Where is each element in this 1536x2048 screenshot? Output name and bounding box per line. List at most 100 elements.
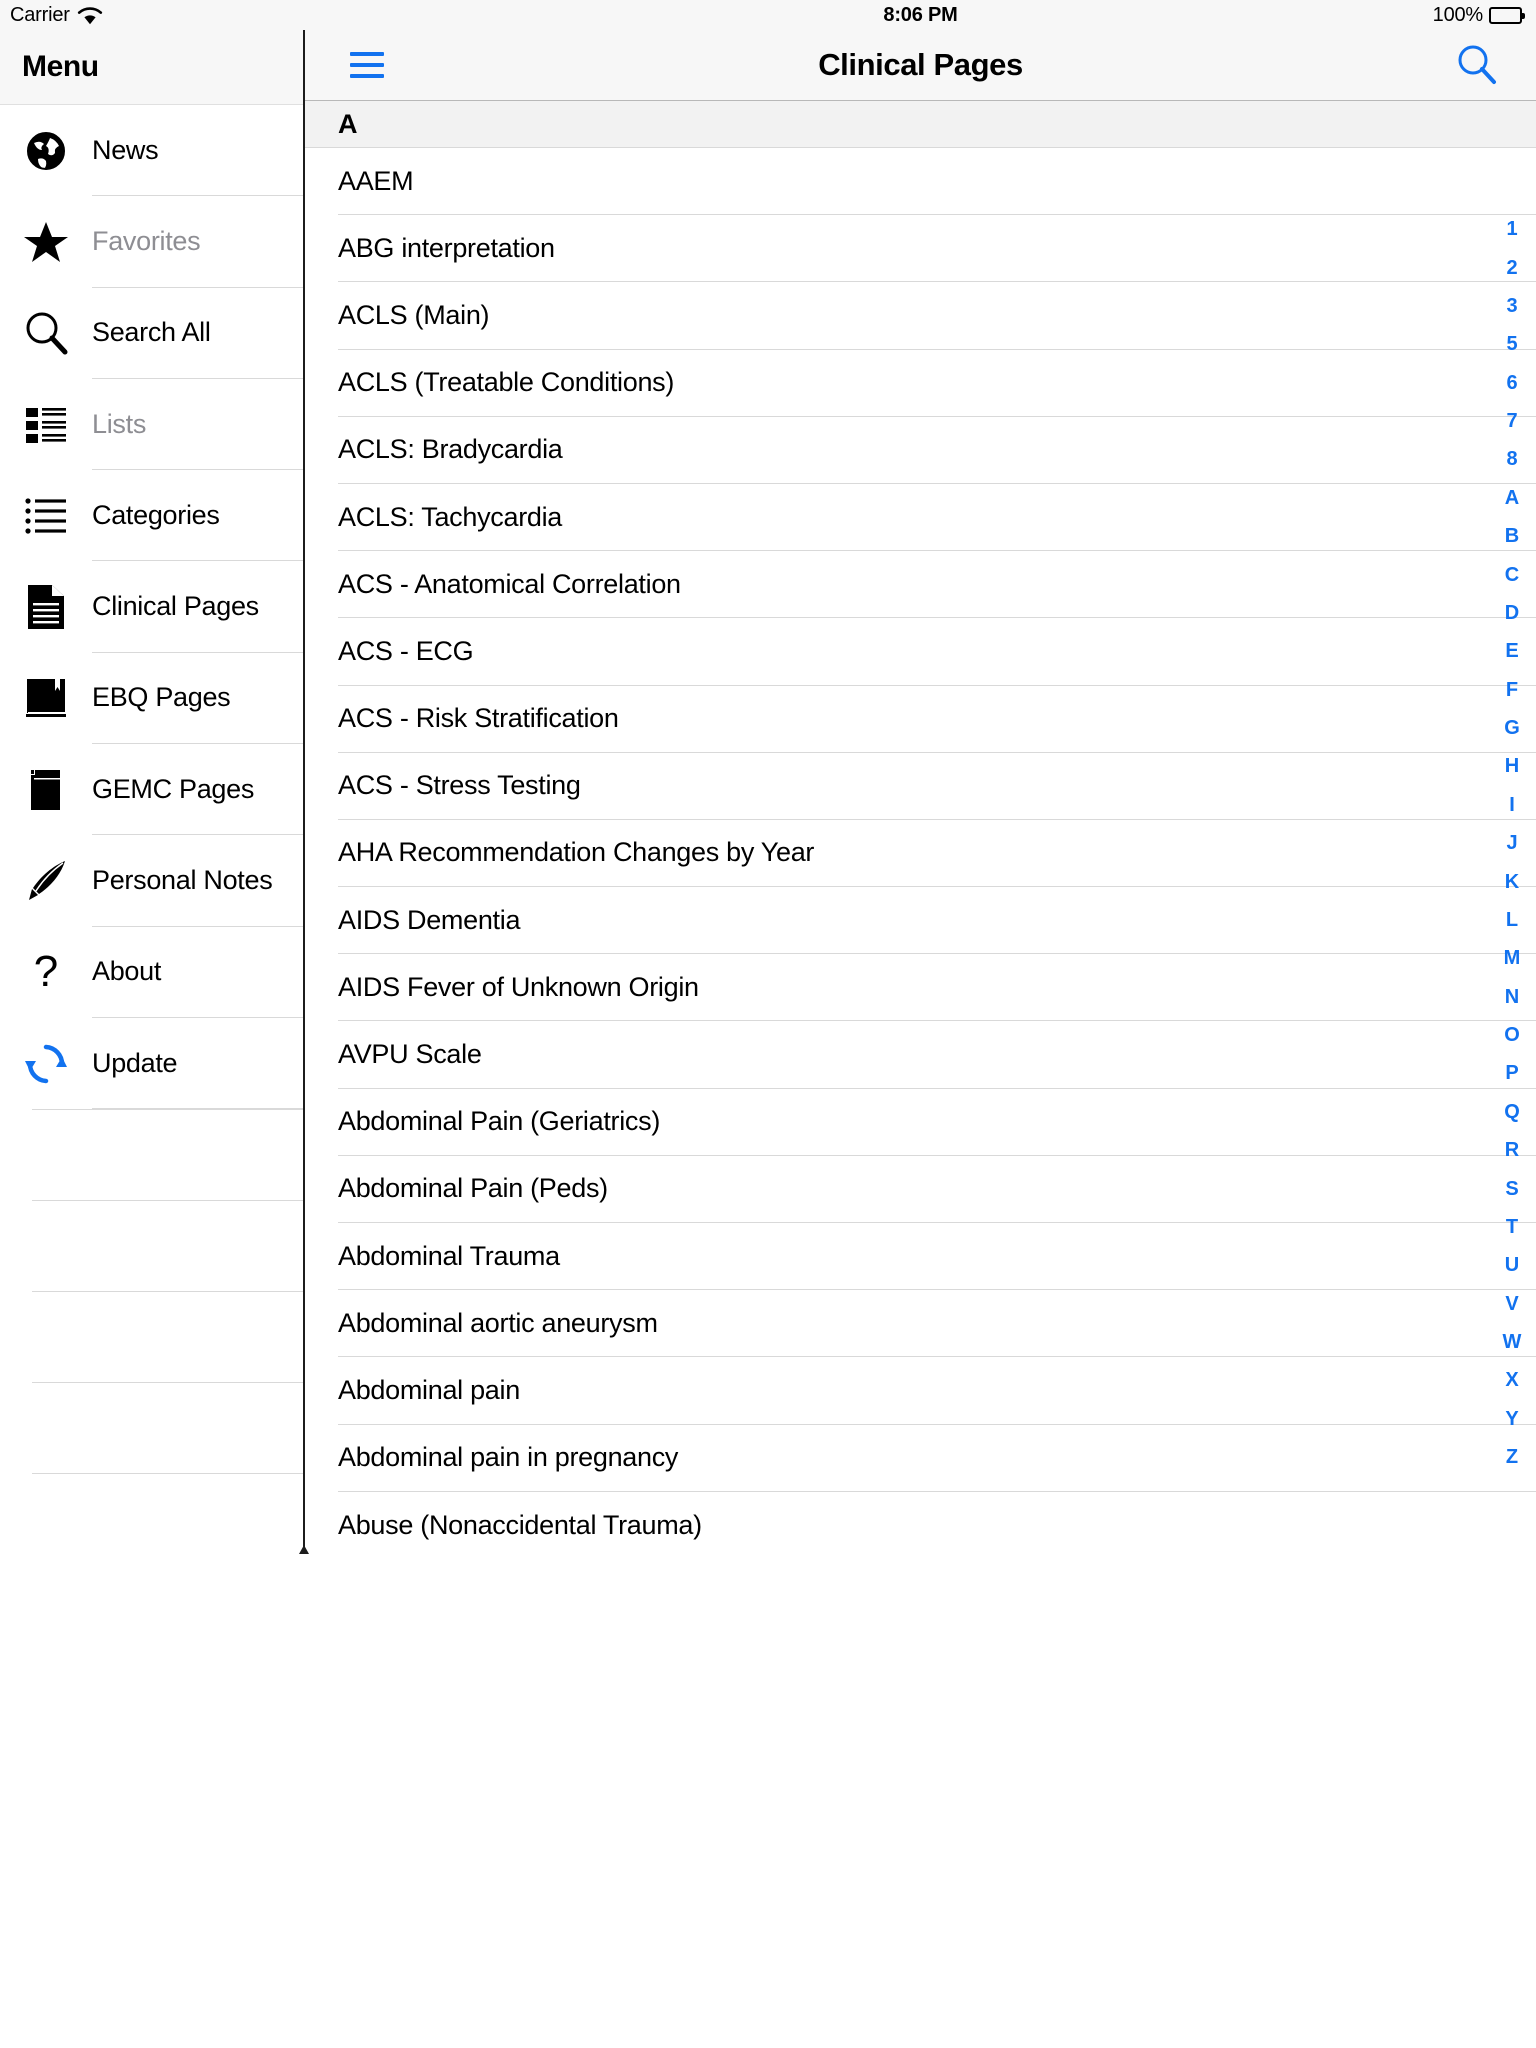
alpha-index-entry[interactable]: F [1488, 671, 1536, 709]
search-icon[interactable] [1456, 44, 1498, 86]
sidebar-item-update[interactable]: Update [0, 1017, 305, 1110]
alpha-index-entry[interactable]: J [1488, 824, 1536, 862]
list-item-label: Abdominal Pain (Geriatrics) [338, 1089, 1536, 1156]
sidebar-item-label: About [92, 927, 305, 1018]
list-lines-icon [0, 497, 92, 535]
list-item[interactable]: Abdominal Trauma [305, 1223, 1536, 1291]
list-item[interactable]: Abdominal aortic aneurysm [305, 1290, 1536, 1358]
list-item[interactable]: ACS - Anatomical Correlation [305, 551, 1536, 619]
list-item-label: Abdominal pain in pregnancy [338, 1425, 1536, 1492]
sidebar-item-personal-notes[interactable]: Personal Notes [0, 835, 305, 927]
sidebar-item-gemc-pages[interactable]: GEMC Pages [0, 744, 305, 836]
clinical-pages-list: AAEM ABG interpretation ACLS (Main) ACLS… [305, 148, 1536, 1559]
list-item-label: Abdominal pain [338, 1357, 1536, 1425]
alpha-index-entry[interactable]: V [1488, 1285, 1536, 1323]
alpha-index-entry[interactable]: X [1488, 1361, 1536, 1399]
alpha-index-entry[interactable]: K [1488, 862, 1536, 900]
list-item[interactable]: Abuse (Nonaccidental Trauma) [305, 1491, 1536, 1559]
alpha-index-entry[interactable]: G [1488, 709, 1536, 747]
sidebar-item-label: News [92, 105, 305, 197]
star-icon [0, 220, 92, 264]
list-item[interactable]: AIDS Dementia [305, 887, 1536, 955]
hamburger-menu-icon[interactable] [350, 52, 390, 78]
alpha-index-entry[interactable]: N [1488, 978, 1536, 1016]
list-item[interactable]: ACLS (Main) [305, 282, 1536, 350]
alpha-index-entry[interactable]: C [1488, 555, 1536, 593]
section-header: A [305, 101, 1536, 148]
alpha-index-entry[interactable]: L [1488, 901, 1536, 939]
sidebar-item-about[interactable]: ? About [0, 926, 305, 1018]
alpha-index-entry[interactable]: W [1488, 1323, 1536, 1361]
alpha-index-entry[interactable]: 5 [1488, 325, 1536, 363]
list-item[interactable]: AAEM [305, 148, 1536, 216]
sidebar-item-label: Update [92, 1018, 305, 1110]
alpha-index-entry[interactable]: S [1488, 1169, 1536, 1207]
sidebar-item-news[interactable]: News [0, 105, 305, 197]
list-item[interactable]: Abdominal Pain (Peds) [305, 1155, 1536, 1223]
list-item[interactable]: ACS - Risk Stratification [305, 685, 1536, 753]
alpha-index-entry[interactable]: B [1488, 517, 1536, 555]
sidebar-item-label: Lists [92, 379, 305, 471]
sidebar-panel: Carrier Menu News Favorites Search All L… [0, 0, 305, 2048]
book-icon [0, 675, 92, 721]
alpha-index-entry[interactable]: Y [1488, 1400, 1536, 1438]
list-item[interactable]: ABG interpretation [305, 215, 1536, 283]
list-item-label: AIDS Dementia [338, 887, 1536, 955]
list-item[interactable]: Abdominal pain [305, 1357, 1536, 1425]
list-item-label: ACLS: Tachycardia [338, 484, 1536, 552]
list-item[interactable]: ACLS: Bradycardia [305, 416, 1536, 484]
list-item[interactable]: Abdominal pain in pregnancy [305, 1424, 1536, 1492]
list-item[interactable]: ACLS (Treatable Conditions) [305, 349, 1536, 417]
sidebar-item-label: Clinical Pages [92, 561, 305, 653]
sidebar-empty-row [32, 1292, 305, 1384]
list-item[interactable]: AVPU Scale [305, 1021, 1536, 1089]
sidebar-item-label: Favorites [92, 196, 305, 288]
list-item-label: AAEM [338, 148, 1536, 216]
svg-text:?: ? [34, 948, 58, 996]
list-item[interactable]: ACLS: Tachycardia [305, 483, 1536, 552]
list-item-label: Abdominal Trauma [338, 1223, 1536, 1291]
alpha-index-entry[interactable]: P [1488, 1054, 1536, 1092]
list-item[interactable]: Abdominal Pain (Geriatrics) [305, 1088, 1536, 1156]
alpha-index-entry[interactable]: U [1488, 1246, 1536, 1284]
list-item[interactable]: ACS - ECG [305, 618, 1536, 686]
alpha-index-entry[interactable]: Q [1488, 1093, 1536, 1131]
sidebar-item-label: EBQ Pages [92, 653, 305, 745]
list-item[interactable]: AIDS Fever of Unknown Origin [305, 954, 1536, 1022]
alpha-index-entry[interactable]: 6 [1488, 364, 1536, 402]
list-item-label: Abdominal aortic aneurysm [338, 1290, 1536, 1358]
alphabet-index-scrubber[interactable]: 1 2 3 5 6 7 8 A B C D E F G H I J K L M … [1488, 210, 1536, 1476]
wifi-icon [77, 6, 103, 25]
list-item[interactable]: AHA Recommendation Changes by Year [305, 819, 1536, 888]
alpha-index-entry[interactable]: R [1488, 1131, 1536, 1169]
split-view-divider[interactable] [299, 30, 309, 1554]
alpha-index-entry[interactable]: A [1488, 479, 1536, 517]
sidebar-item-search-all[interactable]: Search All [0, 287, 305, 379]
sidebar-empty-row [32, 1201, 305, 1292]
list-item-label: ACS - Stress Testing [338, 753, 1536, 820]
alpha-index-entry[interactable]: 2 [1488, 248, 1536, 286]
sidebar-item-favorites[interactable]: Favorites [0, 196, 305, 288]
alpha-index-entry[interactable]: E [1488, 632, 1536, 670]
alpha-index-entry[interactable]: 8 [1488, 440, 1536, 478]
sidebar-item-clinical-pages[interactable]: Clinical Pages [0, 561, 305, 653]
sidebar-item-label: Categories [92, 470, 305, 562]
sidebar-empty-row [32, 1109, 305, 1201]
sidebar-item-categories[interactable]: Categories [0, 470, 305, 562]
sidebar-item-ebq-pages[interactable]: EBQ Pages [0, 652, 305, 745]
alpha-index-entry[interactable]: H [1488, 747, 1536, 785]
alpha-index-entry[interactable]: O [1488, 1016, 1536, 1054]
alpha-index-entry[interactable]: I [1488, 786, 1536, 824]
alpha-index-entry[interactable]: Z [1488, 1438, 1536, 1476]
alpha-index-entry[interactable]: 7 [1488, 402, 1536, 440]
alpha-index-entry[interactable]: T [1488, 1208, 1536, 1246]
list-item[interactable]: ACS - Stress Testing [305, 752, 1536, 820]
alpha-index-entry[interactable]: 3 [1488, 287, 1536, 325]
battery-indicator: 100% [1433, 4, 1525, 27]
carrier-label: Carrier [10, 3, 70, 26]
list-item-label: ACS - Anatomical Correlation [338, 551, 1536, 619]
alpha-index-entry[interactable]: D [1488, 594, 1536, 632]
alpha-index-entry[interactable]: 1 [1488, 210, 1536, 248]
alpha-index-entry[interactable]: M [1488, 939, 1536, 977]
sidebar-item-lists[interactable]: Lists [0, 378, 305, 471]
